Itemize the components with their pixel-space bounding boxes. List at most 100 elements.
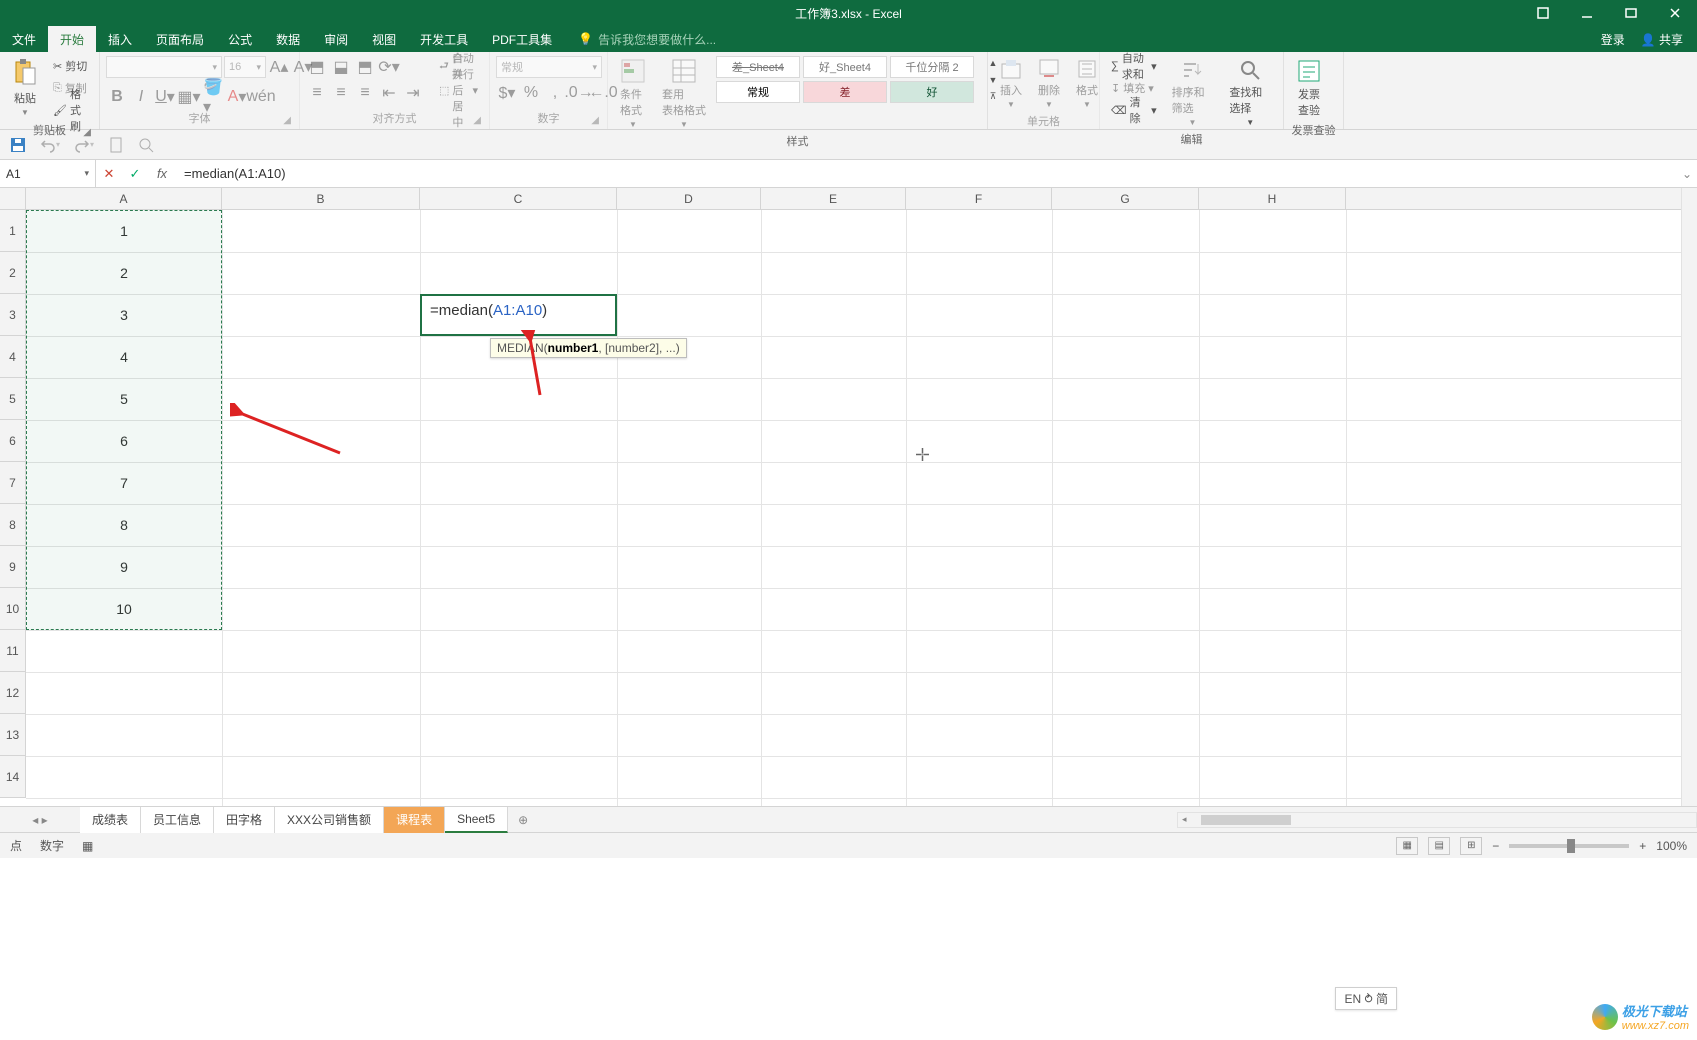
border-button[interactable]: ▦▾ [178,86,200,108]
new-file-icon[interactable] [108,137,124,153]
horizontal-scrollbar[interactable]: ◂ [1177,812,1697,828]
align-center-icon[interactable]: ≡ [330,82,352,104]
fill-color-button[interactable]: 🪣▾ [202,86,224,108]
cell-style-item[interactable]: 千位分隔 2 [890,56,974,78]
row-header[interactable]: 12 [0,672,25,714]
cell-style-item[interactable]: 好 [890,81,974,103]
format-cells-button[interactable]: 格式▼ [1070,56,1104,111]
expand-formula-bar-icon[interactable]: ⌄ [1677,167,1697,181]
comma-icon[interactable]: , [544,82,566,104]
align-top-icon[interactable]: ⬒ [306,56,328,78]
column-header[interactable]: G [1052,188,1199,209]
tab-insert[interactable]: 插入 [96,26,144,52]
merge-center-button[interactable]: ⬚合并后居中▾ [434,80,483,100]
column-header[interactable]: A [26,188,222,209]
minimize-button[interactable] [1565,0,1609,26]
dialog-launcher-icon[interactable]: ◢ [591,115,599,126]
row-header[interactable]: 13 [0,714,25,756]
cell-value[interactable]: 5 [26,378,222,420]
increase-font-icon[interactable]: A▴ [268,56,290,78]
orientation-icon[interactable]: ⟳▾ [378,56,400,78]
cell-style-item[interactable]: 常规 [716,81,800,103]
sheet-nav-buttons[interactable]: ◂ ▸ [0,813,80,827]
row-header[interactable]: 10 [0,588,25,630]
undo-icon[interactable]: ▾ [40,137,60,153]
normal-view-icon[interactable]: ▦ [1396,837,1418,855]
cell-value[interactable]: 6 [26,420,222,462]
invoice-check-button[interactable]: 发票 查验 [1290,56,1328,120]
tab-layout[interactable]: 页面布局 [144,26,216,52]
fx-icon[interactable]: fx [148,166,176,181]
cell-style-item[interactable]: 差 [803,81,887,103]
row-header[interactable]: 5 [0,378,25,420]
row-header[interactable]: 4 [0,336,25,378]
login-button[interactable]: 登录 [1601,31,1625,48]
name-box[interactable]: A1▾ [0,160,96,187]
tab-pdf[interactable]: PDF工具集 [480,26,564,52]
row-header[interactable]: 8 [0,504,25,546]
active-cell[interactable]: =median(A1:A10) [420,294,617,336]
tab-file[interactable]: 文件 [0,26,48,52]
row-header[interactable]: 3 [0,294,25,336]
print-preview-icon[interactable] [138,137,154,153]
align-right-icon[interactable]: ≡ [354,82,376,104]
font-color-button[interactable]: A▾ [226,86,248,108]
macro-record-icon[interactable]: ▦ [82,839,93,853]
page-layout-view-icon[interactable]: ▤ [1428,837,1450,855]
tab-review[interactable]: 审阅 [312,26,360,52]
cancel-formula-button[interactable]: ✕ [96,160,122,187]
tab-view[interactable]: 视图 [360,26,408,52]
italic-button[interactable]: I [130,86,152,108]
sheet-tab[interactable]: 课程表 [384,807,445,833]
bold-button[interactable]: B [106,86,128,108]
sheet-tab[interactable]: 成绩表 [80,807,141,833]
row-header[interactable]: 14 [0,756,25,798]
close-button[interactable] [1653,0,1697,26]
row-header[interactable]: 6 [0,420,25,462]
tab-developer[interactable]: 开发工具 [408,26,480,52]
row-headers[interactable]: 1234567891011121314 [0,210,26,798]
sheet-tab[interactable]: XXX公司销售额 [275,807,384,833]
confirm-formula-button[interactable]: ✓ [122,160,148,187]
formula-input[interactable] [176,160,1677,187]
zoom-slider[interactable] [1509,844,1629,848]
font-family-combo[interactable]: ▾ [106,56,222,78]
ime-indicator[interactable]: EN ⥁ 简 [1335,987,1397,1010]
cell-value[interactable]: 3 [26,294,222,336]
column-header[interactable]: H [1199,188,1346,209]
worksheet-grid[interactable]: ABCDEFGH 1234567891011121314 12345678910… [0,188,1697,806]
row-header[interactable]: 7 [0,462,25,504]
cell-style-item[interactable]: 好_Sheet4 [803,56,887,78]
find-select-button[interactable]: 查找和选择▼ [1223,56,1277,129]
cell-value[interactable]: 7 [26,462,222,504]
column-header[interactable]: D [617,188,761,209]
zoom-in-button[interactable]: + [1639,839,1646,853]
cell-value[interactable]: 1 [26,210,222,252]
align-middle-icon[interactable]: ⬓ [330,56,352,78]
cell-value[interactable]: 9 [26,546,222,588]
number-format-combo[interactable]: 常规▾ [496,56,602,78]
increase-decimal-icon[interactable]: .0→ [568,82,590,104]
zoom-out-button[interactable]: − [1492,839,1499,853]
percent-icon[interactable]: % [520,82,542,104]
zoom-level[interactable]: 100% [1656,839,1687,853]
align-bottom-icon[interactable]: ⬒ [354,56,376,78]
cell-value[interactable]: 10 [26,588,222,630]
autosum-button[interactable]: ∑自动求和▾ [1106,56,1162,76]
row-header[interactable]: 9 [0,546,25,588]
cell-style-item[interactable]: 差_Sheet4 [716,56,800,78]
tell-me[interactable]: 💡告诉我您想要做什么... [578,31,716,48]
sheet-tab[interactable]: 田字格 [214,807,275,833]
copy-button[interactable]: ⎘复制 [48,78,93,98]
indent-increase-icon[interactable]: ⇥ [402,82,424,104]
format-as-table-button[interactable]: 套用 表格格式▼ [656,56,712,131]
column-headers[interactable]: ABCDEFGH [26,188,1681,210]
redo-icon[interactable]: ▾ [74,137,94,153]
fill-button[interactable]: ↧填充▾ [1106,78,1162,98]
column-header[interactable]: C [420,188,617,209]
function-tooltip[interactable]: MEDIAN(number1, [number2], ...) [490,338,687,358]
delete-cells-button[interactable]: 删除▼ [1032,56,1066,111]
column-header[interactable]: E [761,188,906,209]
insert-cells-button[interactable]: 插入▼ [994,56,1028,111]
dialog-launcher-icon[interactable]: ◢ [473,115,481,126]
